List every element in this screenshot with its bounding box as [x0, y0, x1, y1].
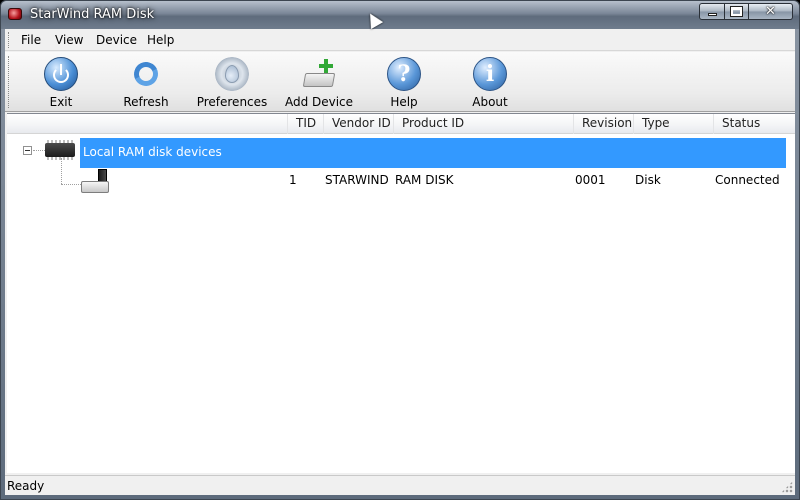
menu-view[interactable]: View	[53, 32, 85, 48]
preferences-button[interactable]: Preferences	[192, 54, 272, 110]
window-controls: ✕	[699, 3, 793, 20]
title-bar[interactable]: StarWind RAM Disk ✕	[1, 1, 799, 29]
cell-type: Disk	[635, 173, 661, 187]
group-row[interactable]: Local RAM disk devices	[7, 135, 795, 168]
exit-button[interactable]: Exit	[21, 54, 101, 110]
info-icon: i	[473, 57, 507, 91]
add-device-button[interactable]: Add Device	[279, 54, 359, 110]
add-device-icon	[302, 57, 336, 91]
preferences-label: Preferences	[196, 95, 268, 109]
cell-tid: 1	[289, 173, 297, 187]
cell-product-id: RAM DISK	[395, 173, 454, 187]
power-icon	[44, 57, 78, 91]
help-icon: ?	[387, 57, 421, 91]
table-row[interactable]: 1 STARWIND RAM DISK 0001 Disk Connected	[7, 165, 795, 195]
help-button[interactable]: ? Help	[364, 54, 444, 110]
ram-disk-icon	[79, 169, 111, 195]
maximize-button[interactable]	[725, 3, 749, 20]
close-icon: ✕	[765, 4, 776, 19]
toolbar: Exit Refresh Preferences Add Device ? He…	[5, 52, 795, 112]
resize-grip-icon[interactable]	[781, 481, 793, 493]
column-vendor-id[interactable]: Vendor ID	[323, 114, 393, 134]
column-product-id[interactable]: Product ID	[393, 114, 573, 134]
menu-bar: File View Device Help	[5, 29, 795, 51]
about-button[interactable]: i About	[450, 54, 530, 110]
preferences-icon	[215, 57, 249, 91]
menu-file[interactable]: File	[19, 32, 43, 48]
refresh-label: Refresh	[123, 95, 169, 109]
close-button[interactable]: ✕	[749, 3, 793, 20]
menu-grip[interactable]	[8, 32, 11, 48]
status-bar: Ready	[5, 475, 795, 495]
column-status[interactable]: Status	[713, 114, 795, 134]
group-label: Local RAM disk devices	[83, 145, 222, 159]
device-list[interactable]: TID Vendor ID Product ID Revision Type S…	[7, 113, 795, 473]
minimize-icon	[707, 13, 717, 16]
column-revision[interactable]: Revision	[573, 114, 633, 134]
menu-help[interactable]: Help	[145, 32, 176, 48]
minimize-button[interactable]	[699, 3, 725, 20]
menu-device[interactable]: Device	[94, 32, 139, 48]
client-area: File View Device Help Exit Refresh Prefe…	[5, 29, 795, 495]
about-label: About	[472, 95, 508, 109]
cell-vendor-id: STARWIND	[325, 173, 389, 187]
status-text: Ready	[7, 479, 45, 493]
add-device-label: Add Device	[284, 95, 354, 109]
tree-line	[33, 150, 45, 151]
refresh-icon	[129, 57, 163, 91]
help-label: Help	[390, 95, 418, 109]
cell-revision: 0001	[575, 173, 606, 187]
maximize-icon	[730, 6, 743, 17]
collapse-toggle[interactable]	[23, 146, 32, 155]
app-logo-icon[interactable]	[8, 8, 22, 20]
memory-chip-icon	[45, 140, 75, 160]
cell-status: Connected	[715, 173, 780, 187]
column-tree[interactable]	[7, 114, 287, 134]
exit-label: Exit	[49, 95, 73, 109]
refresh-button[interactable]: Refresh	[106, 54, 186, 110]
column-header: TID Vendor ID Product ID Revision Type S…	[7, 114, 795, 134]
column-tid[interactable]: TID	[287, 114, 323, 134]
window-title: StarWind RAM Disk	[30, 7, 155, 22]
app-window: StarWind RAM Disk ✕ File View Device Hel…	[0, 0, 800, 500]
column-type[interactable]: Type	[633, 114, 713, 134]
toolbar-grip[interactable]	[8, 56, 11, 108]
